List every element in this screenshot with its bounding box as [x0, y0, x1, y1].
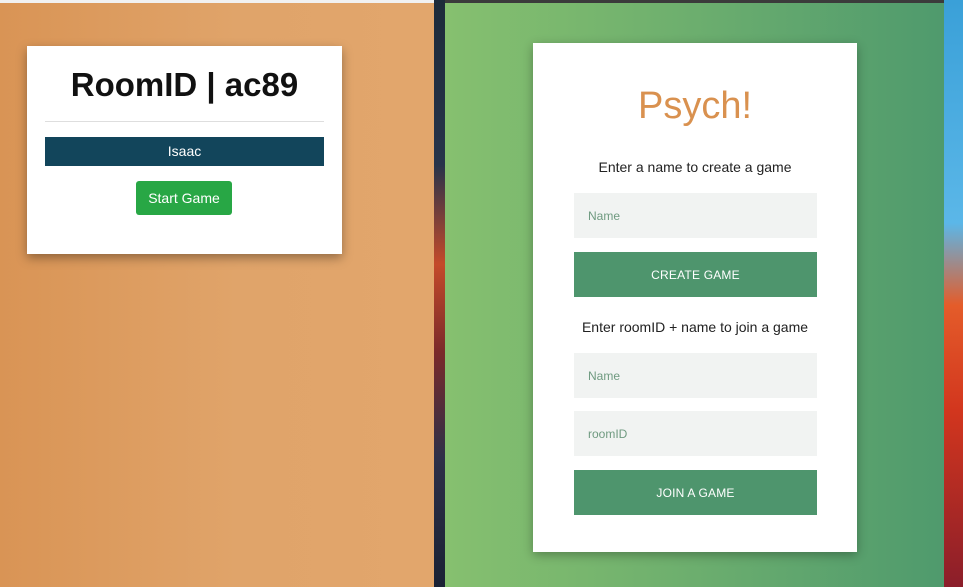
- join-game-button[interactable]: JOIN A GAME: [574, 470, 817, 515]
- create-game-instruction: Enter a name to create a game: [598, 159, 792, 175]
- room-card: RoomID | ac89 Isaac Start Game: [27, 46, 342, 254]
- room-divider: [45, 121, 324, 122]
- screen: RoomID | ac89 Isaac Start Game Psych! En…: [0, 0, 963, 587]
- join-name-input[interactable]: [574, 353, 817, 398]
- desktop-wallpaper-edge: [944, 0, 963, 587]
- psych-home-window: Psych! Enter a name to create a game CRE…: [445, 0, 944, 587]
- start-game-button[interactable]: Start Game: [136, 181, 232, 215]
- app-title: Psych!: [637, 85, 753, 127]
- room-lobby-window: RoomID | ac89 Isaac Start Game: [0, 0, 434, 587]
- room-id-input[interactable]: [574, 411, 817, 456]
- join-game-instruction: Enter roomID + name to join a game: [581, 319, 809, 335]
- player-list-item: Isaac: [45, 137, 324, 166]
- desktop-wallpaper-strip: [434, 0, 445, 587]
- room-title: RoomID | ac89: [70, 66, 299, 103]
- psych-card: Psych! Enter a name to create a game CRE…: [533, 43, 857, 552]
- create-game-button[interactable]: CREATE GAME: [574, 252, 817, 297]
- create-name-input[interactable]: [574, 193, 817, 238]
